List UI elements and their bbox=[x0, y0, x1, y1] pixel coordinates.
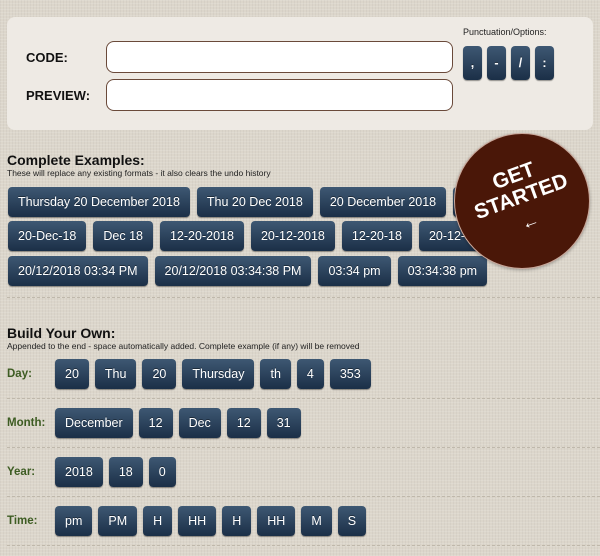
build-time-label: Time: bbox=[7, 515, 38, 527]
build-token-button[interactable]: 4 bbox=[296, 359, 324, 389]
build-month-label: Month: bbox=[7, 417, 46, 429]
build-token-button[interactable]: 20 bbox=[55, 359, 89, 389]
build-token-button[interactable]: 12 bbox=[138, 408, 173, 438]
divider bbox=[7, 297, 600, 298]
divider bbox=[7, 545, 600, 546]
build-token-button[interactable]: 31 bbox=[266, 408, 301, 438]
punct-slash-button[interactable]: / bbox=[511, 46, 530, 80]
example-format-button[interactable]: Thu 20 Dec 2018 bbox=[196, 187, 313, 217]
punct-dash-button[interactable]: - bbox=[487, 46, 506, 80]
build-day-label: Day: bbox=[7, 368, 32, 380]
build-token-button[interactable]: pm bbox=[55, 506, 93, 536]
build-token-button[interactable]: 0 bbox=[148, 457, 176, 487]
punct-colon-button[interactable]: : bbox=[535, 46, 554, 80]
build-token-button[interactable]: PM bbox=[98, 506, 138, 536]
example-format-button[interactable]: 20 December 2018 bbox=[319, 187, 447, 217]
build-row: pm PM H HH H HH M S bbox=[55, 506, 367, 536]
format-panel: CODE: PREVIEW: Punctuation/Options: , - … bbox=[7, 17, 593, 130]
punct-comma-button[interactable]: , bbox=[463, 46, 482, 80]
build-subtitle: Appended to the end - space automaticall… bbox=[7, 341, 360, 351]
build-year-label: Year: bbox=[7, 466, 36, 478]
build-token-button[interactable]: M bbox=[301, 506, 332, 536]
preview-input[interactable] bbox=[106, 79, 453, 111]
build-token-button[interactable]: H bbox=[222, 506, 252, 536]
example-format-button[interactable]: Dec 18 bbox=[93, 221, 153, 251]
complete-examples-subtitle: These will replace any existing formats … bbox=[7, 168, 271, 178]
example-format-button[interactable]: 20/12/2018 03:34 PM bbox=[8, 256, 148, 286]
divider bbox=[7, 447, 600, 448]
build-row: 20 Thu 20 Thursday th 4 353 bbox=[55, 359, 371, 389]
divider bbox=[7, 496, 600, 497]
build-token-button[interactable]: 353 bbox=[329, 359, 371, 389]
code-input[interactable] bbox=[106, 41, 453, 73]
build-token-button[interactable]: HH bbox=[178, 506, 217, 536]
build-token-button[interactable]: Thu bbox=[94, 359, 137, 389]
example-row: 20/12/2018 03:34 PM 20/12/2018 03:34:38 P… bbox=[8, 256, 488, 286]
build-row: December 12 Dec 12 31 bbox=[55, 408, 301, 438]
complete-examples-title: Complete Examples: bbox=[7, 152, 145, 168]
example-row: Thursday 20 December 2018 Thu 20 Dec 2018… bbox=[8, 187, 500, 217]
build-token-button[interactable]: Dec bbox=[178, 408, 221, 438]
example-format-button[interactable]: 20-12-2018 bbox=[250, 221, 335, 251]
example-format-button[interactable]: 03:34:38 pm bbox=[397, 256, 488, 286]
get-started-button[interactable]: GET STARTED ← bbox=[454, 133, 590, 269]
code-label: CODE: bbox=[26, 50, 68, 65]
example-format-button[interactable]: 12-20-2018 bbox=[159, 221, 244, 251]
build-token-button[interactable]: H bbox=[143, 506, 173, 536]
build-token-button[interactable]: HH bbox=[257, 506, 296, 536]
divider bbox=[7, 398, 600, 399]
punctuation-label: Punctuation/Options: bbox=[463, 27, 547, 37]
build-title: Build Your Own: bbox=[7, 325, 116, 341]
example-row: 20-Dec-18 Dec 18 12-20-2018 20-12-2018 12-20… bbox=[8, 221, 536, 251]
build-token-button[interactable]: 2018 bbox=[55, 457, 103, 487]
build-token-button[interactable]: th bbox=[260, 359, 291, 389]
example-format-button[interactable]: 20-Dec-18 bbox=[8, 221, 87, 251]
example-format-button[interactable]: Thursday 20 December 2018 bbox=[8, 187, 190, 217]
build-token-button[interactable]: December bbox=[55, 408, 133, 438]
example-format-button[interactable]: 03:34 pm bbox=[318, 256, 391, 286]
example-format-button[interactable]: 20/12/2018 03:34:38 PM bbox=[154, 256, 312, 286]
build-token-button[interactable]: 18 bbox=[108, 457, 143, 487]
preview-label: PREVIEW: bbox=[26, 88, 91, 103]
build-token-button[interactable]: 12 bbox=[226, 408, 261, 438]
build-token-button[interactable]: S bbox=[337, 506, 367, 536]
build-row: 2018 18 0 bbox=[55, 457, 176, 487]
example-format-button[interactable]: 12-20-18 bbox=[341, 221, 412, 251]
build-token-button[interactable]: 20 bbox=[142, 359, 177, 389]
build-token-button[interactable]: Thursday bbox=[182, 359, 255, 389]
punctuation-buttons: , - / : bbox=[463, 46, 554, 80]
